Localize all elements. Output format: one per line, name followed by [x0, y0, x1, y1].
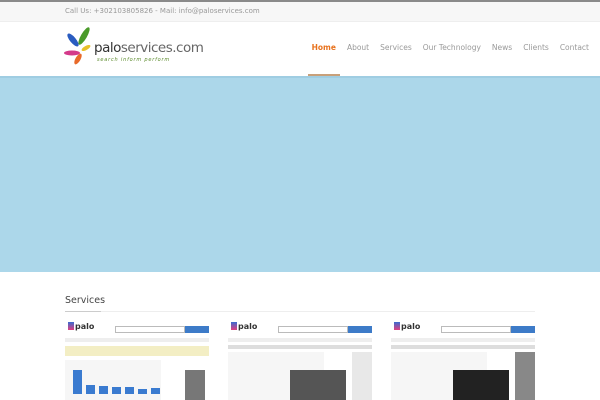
nav-clients[interactable]: Clients [523, 43, 549, 52]
thumb-search [441, 326, 511, 333]
thumb-menu [391, 338, 535, 342]
leaf-logo-icon [64, 27, 91, 65]
thumb-strip [228, 345, 372, 349]
thumb-side [352, 352, 372, 400]
thumb-image [185, 370, 205, 400]
nav-news[interactable]: News [492, 43, 512, 52]
thumb-menu [65, 338, 209, 342]
thumb-chart [73, 368, 160, 394]
thumb-button [348, 326, 372, 333]
thumb-search [115, 326, 185, 333]
logo-name-bold: palo [94, 40, 121, 56]
thumb-image [290, 370, 346, 400]
hero-banner [0, 76, 600, 272]
thumb-menu [228, 338, 372, 342]
thumb-logo-text: palo [75, 322, 95, 331]
thumb-image [453, 370, 509, 400]
thumb-button [511, 326, 535, 333]
site-logo[interactable]: paloservices.com search inform perform [64, 26, 204, 66]
services-heading: Services [65, 295, 106, 306]
thumb-side [515, 352, 535, 400]
thumb-strip [391, 345, 535, 349]
logo-name-rest: services.com [120, 40, 204, 56]
service-thumbnail[interactable]: palo [228, 320, 372, 400]
nav-contact[interactable]: Contact [560, 43, 589, 52]
thumb-notice [65, 346, 209, 356]
nav-services[interactable]: Services [380, 43, 412, 52]
divider [65, 311, 535, 312]
thumb-logo-text: palo [238, 322, 258, 331]
service-thumbnail[interactable]: palo [65, 320, 209, 400]
nav-our-technology[interactable]: Our Technology [423, 43, 481, 52]
nav-home[interactable]: Home [307, 43, 341, 76]
thumb-button [185, 326, 209, 333]
service-thumbnail[interactable]: palo [391, 320, 535, 400]
thumb-logo-text: palo [401, 322, 421, 331]
thumb-logo: palo [394, 322, 420, 331]
thumb-logo: palo [68, 322, 94, 331]
top-bar: Call Us: +302103805826 - Mail: info@palo… [0, 2, 600, 22]
contact-info: Call Us: +302103805826 - Mail: info@palo… [65, 7, 260, 15]
thumb-search [278, 326, 348, 333]
logo-tagline: search inform perform [97, 57, 171, 63]
main-nav: Home About Services Our Technology News … [307, 43, 600, 76]
thumb-logo: palo [231, 322, 257, 331]
header: paloservices.com search inform perform H… [0, 22, 600, 76]
nav-about[interactable]: About [347, 43, 369, 52]
